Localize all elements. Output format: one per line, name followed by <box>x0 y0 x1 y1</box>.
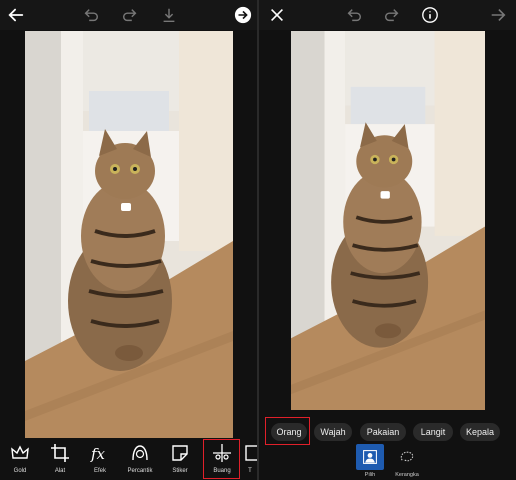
tool-label: Stiker <box>172 468 188 474</box>
category-chips: Orang Wajah Pakaian Langit Kepala <box>259 417 516 445</box>
tool-text-partial[interactable]: T <box>243 438 257 480</box>
mode-label: Pilih <box>364 472 376 478</box>
tool-label: Gold <box>13 468 27 474</box>
buang-highlight-box <box>203 439 240 479</box>
text-tool-icon <box>243 442 257 464</box>
tool-alat[interactable]: Alat <box>41 438 79 480</box>
mode-pilih[interactable]: Pilih <box>353 444 387 480</box>
person-select-icon <box>356 444 384 470</box>
undo-icon[interactable] <box>344 5 364 25</box>
tool-efek[interactable]: fx Efek <box>81 438 119 480</box>
cat-photo <box>291 31 485 410</box>
tool-stiker[interactable]: Stiker <box>161 438 199 480</box>
tool-label: Alat <box>54 468 66 474</box>
redo-icon[interactable] <box>382 5 402 25</box>
selection-modes: Pilih Kerangka <box>259 444 516 480</box>
editor-panel-right: Orang Wajah Pakaian Langit Kepala Pilih … <box>259 0 516 480</box>
photo-canvas[interactable] <box>291 31 485 410</box>
chip-kepala[interactable]: Kepala <box>460 423 500 441</box>
undo-icon[interactable] <box>81 5 101 25</box>
beautify-face-icon <box>129 442 151 464</box>
mode-kerangka[interactable]: Kerangka <box>390 444 424 480</box>
top-toolbar <box>0 0 257 30</box>
redo-icon[interactable] <box>120 5 140 25</box>
tool-percantik[interactable]: Percantik <box>121 438 159 480</box>
chip-wajah[interactable]: Wajah <box>314 423 352 441</box>
tool-gold[interactable]: Gold <box>1 438 39 480</box>
info-icon[interactable] <box>420 5 440 25</box>
fx-icon: fx <box>89 442 111 464</box>
next-arrow-circle-icon[interactable] <box>233 5 253 25</box>
chip-pakaian[interactable]: Pakaian <box>360 423 406 441</box>
next-arrow-icon[interactable] <box>488 5 508 25</box>
svg-text:fx: fx <box>90 445 106 463</box>
editor-panel-left: Gold Alat fx Efek Percantik Stiker Buang… <box>0 0 257 480</box>
back-arrow-icon[interactable] <box>6 5 26 25</box>
sticker-icon <box>169 442 191 464</box>
download-icon[interactable] <box>159 5 179 25</box>
lasso-icon <box>393 444 421 470</box>
photo-canvas[interactable] <box>25 31 233 438</box>
tool-label: Percantik <box>127 468 153 474</box>
orang-highlight-box <box>265 417 310 445</box>
tool-label: T <box>248 468 252 474</box>
crown-icon <box>9 442 31 464</box>
close-icon[interactable] <box>267 5 287 25</box>
chip-langit[interactable]: Langit <box>413 423 453 441</box>
cat-photo <box>25 31 233 438</box>
top-toolbar <box>259 0 516 30</box>
tool-label: Efek <box>93 468 106 474</box>
mode-label: Kerangka <box>395 472 419 478</box>
tool-bar: Gold Alat fx Efek Percantik Stiker Buang… <box>0 438 257 480</box>
crop-icon <box>49 442 71 464</box>
